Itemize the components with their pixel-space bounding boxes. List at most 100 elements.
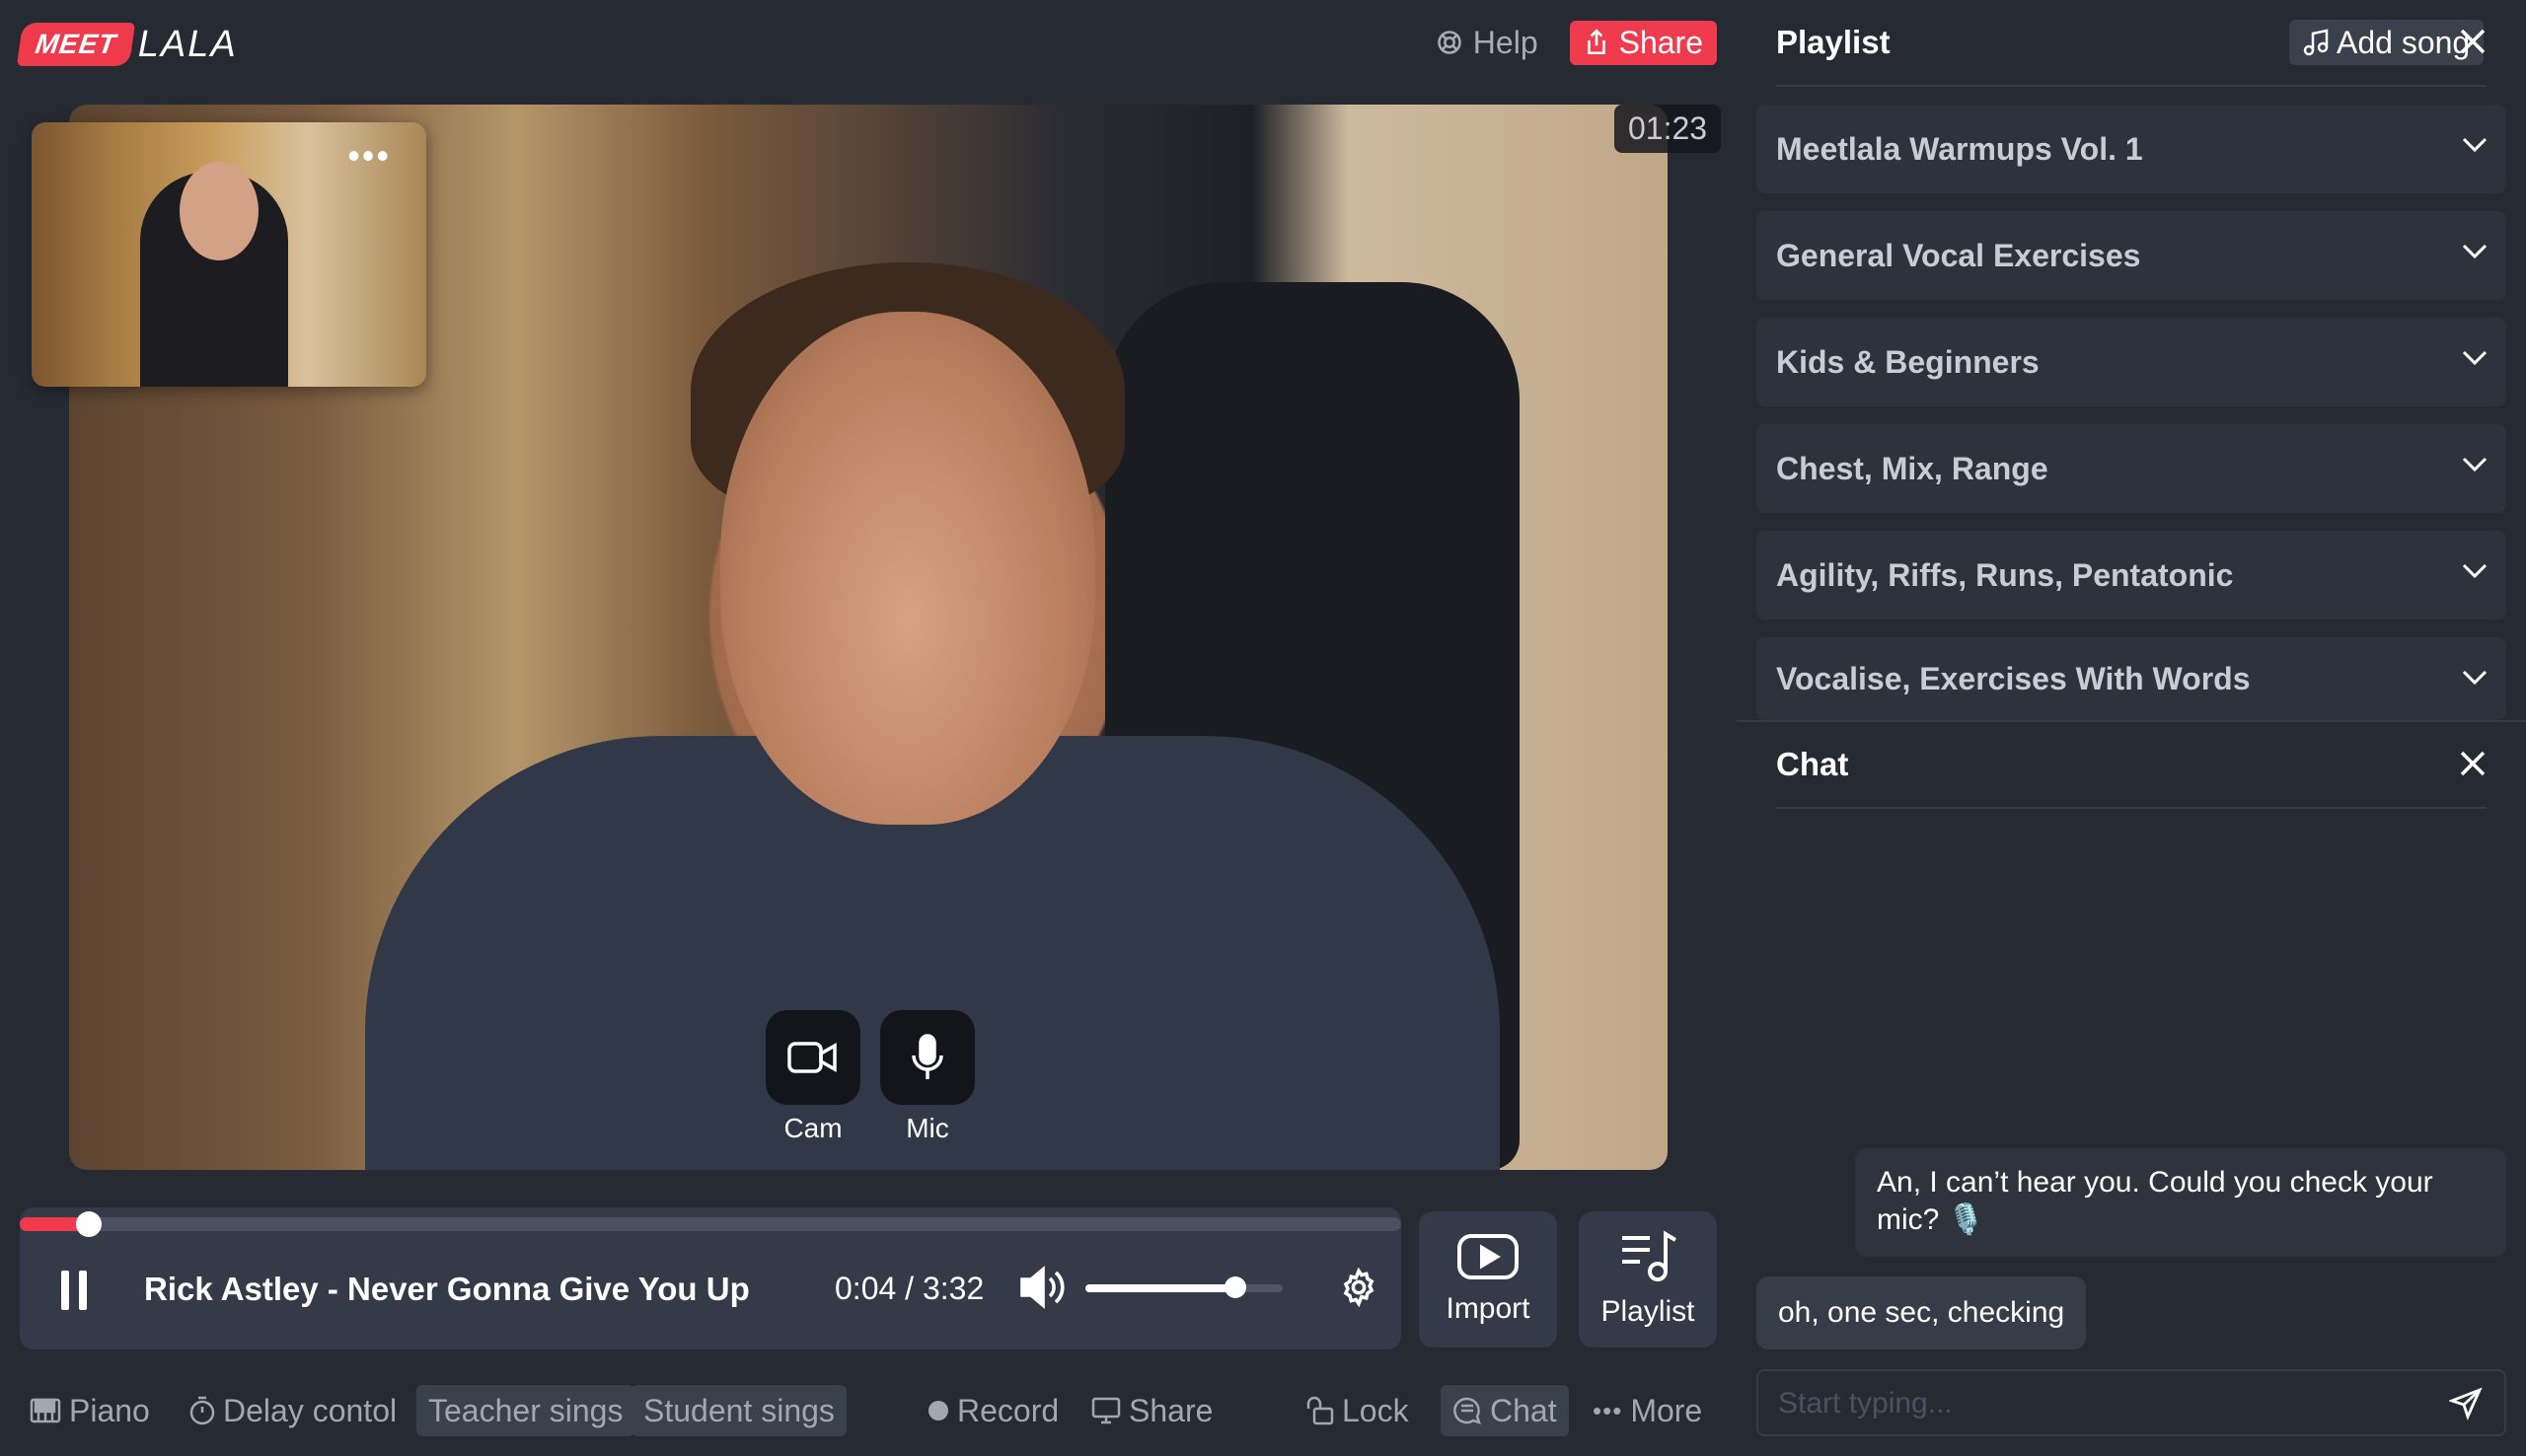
- pause-icon: [61, 1271, 87, 1310]
- logo-lala: LALA: [137, 23, 238, 65]
- help-label: Help: [1472, 24, 1538, 60]
- chevron-down-icon: [2462, 137, 2488, 153]
- chevron-down-icon: [2462, 457, 2488, 473]
- chat-icon: [1453, 1397, 1481, 1424]
- logo-meet: MEET: [16, 23, 135, 66]
- mic-label: Mic: [906, 1113, 949, 1143]
- playlist-category-label: Chest, Mix, Range: [1776, 450, 2048, 486]
- video-person-head: [720, 312, 1095, 825]
- song-title: Rick Astley - Never Gonna Give You Up: [144, 1271, 750, 1307]
- playlist-category[interactable]: Chest, Mix, Range: [1756, 424, 2506, 513]
- chevron-down-icon: [2462, 670, 2488, 686]
- playlist-category-label: Vocalise, Exercises With Words: [1776, 660, 2251, 696]
- piano-tool[interactable]: Piano: [30, 1385, 150, 1436]
- right-panel: Playlist Add song Meetlala Warmups Vol. …: [1737, 0, 2526, 1456]
- teacher-sings-label: Teacher sings: [428, 1392, 624, 1428]
- lock-label: Lock: [1342, 1392, 1409, 1428]
- record-label: Record: [957, 1392, 1060, 1428]
- music-player: Rick Astley - Never Gonna Give You Up 0:…: [20, 1207, 1401, 1349]
- playlist-category[interactable]: Agility, Riffs, Runs, Pentatonic: [1756, 531, 2506, 619]
- chat-message-text: oh, one sec, checking: [1778, 1296, 2065, 1329]
- record-tool[interactable]: Record: [928, 1385, 1059, 1436]
- close-icon: [2460, 29, 2486, 54]
- track-progress[interactable]: [20, 1211, 1401, 1237]
- volume-slider[interactable]: [1085, 1276, 1283, 1298]
- help-icon: [1438, 31, 1461, 54]
- chevron-down-icon: [2462, 563, 2488, 579]
- screen-share-tool[interactable]: Share: [1091, 1385, 1213, 1436]
- pip-more-icon[interactable]: •••: [347, 138, 391, 174]
- volume-slider-fill: [1085, 1284, 1235, 1292]
- playlist-close-button[interactable]: [2457, 26, 2489, 62]
- close-icon: [2460, 751, 2486, 776]
- send-icon: [2447, 1387, 2483, 1420]
- gear-icon: [1343, 1267, 1374, 1308]
- music-note-icon: [2303, 29, 2329, 56]
- screen-share-icon: [1091, 1397, 1121, 1424]
- playlist-category[interactable]: Kids & Beginners: [1756, 318, 2506, 406]
- cam-button[interactable]: [766, 1010, 860, 1105]
- send-button[interactable]: [2447, 1387, 2483, 1425]
- chat-input[interactable]: [1778, 1379, 2410, 1428]
- bottom-toolbar: Piano Delay contol Teacher sings Student…: [20, 1385, 1717, 1436]
- record-icon: [929, 1401, 948, 1420]
- piano-icon: [30, 1398, 61, 1423]
- student-sings-label: Student sings: [643, 1392, 835, 1428]
- pip-person-head: [180, 162, 259, 260]
- chat-title: Chat: [1776, 746, 1849, 782]
- import-button[interactable]: Import: [1419, 1211, 1557, 1347]
- chat-input-box: [1756, 1369, 2506, 1436]
- chat-tool[interactable]: Chat: [1441, 1385, 1569, 1436]
- playlist-category[interactable]: Vocalise, Exercises With Words: [1756, 637, 2506, 720]
- delay-control-tool[interactable]: Delay contol: [189, 1385, 397, 1436]
- playlist-category[interactable]: General Vocal Exercises: [1756, 211, 2506, 300]
- chat-close-button[interactable]: [2457, 748, 2489, 784]
- camera-icon: [787, 1042, 837, 1073]
- pip-video[interactable]: •••: [32, 122, 426, 387]
- playlist-category-label: Kids & Beginners: [1776, 343, 2040, 380]
- mic-toggle[interactable]: Mic: [880, 1010, 975, 1144]
- playlist-category-label: Agility, Riffs, Runs, Pentatonic: [1776, 556, 2234, 593]
- chat-header: Chat: [1776, 722, 2487, 809]
- volume-button[interactable]: [1018, 1265, 1066, 1315]
- playlist-category-label: General Vocal Exercises: [1776, 237, 2141, 273]
- playlist-category[interactable]: Meetlala Warmups Vol. 1: [1756, 105, 2506, 193]
- more-icon: •••: [1593, 1395, 1623, 1425]
- chat-label: Chat: [1490, 1392, 1557, 1428]
- teacher-sings-toggle[interactable]: Teacher sings: [416, 1385, 635, 1436]
- mic-button[interactable]: [880, 1010, 975, 1105]
- share-label: Share: [1618, 24, 1703, 60]
- add-song-button[interactable]: Add song: [2289, 20, 2485, 65]
- chevron-down-icon: [2462, 350, 2488, 366]
- share-button[interactable]: Share: [1569, 20, 1717, 65]
- help-button[interactable]: Help: [1436, 25, 1538, 61]
- playlist-icon: [1622, 1230, 1677, 1281]
- piano-label: Piano: [69, 1392, 150, 1428]
- chat-message-outgoing: oh, one sec, checking: [1756, 1276, 2087, 1349]
- track-progress-handle[interactable]: [76, 1211, 102, 1237]
- playlist-title: Playlist: [1776, 24, 1891, 60]
- lock-tool[interactable]: Lock: [1306, 1385, 1409, 1436]
- microphone-icon: [912, 1034, 943, 1079]
- playlist-category-label: Meetlala Warmups Vol. 1: [1776, 130, 2143, 167]
- lock-icon: [1306, 1396, 1334, 1425]
- more-label: More: [1630, 1392, 1703, 1428]
- student-sings-toggle[interactable]: Student sings: [632, 1385, 847, 1436]
- delay-control-label: Delay contol: [223, 1392, 398, 1428]
- app-logo[interactable]: MEET LALA: [16, 20, 238, 69]
- more-tool[interactable]: ••• More: [1593, 1385, 1702, 1436]
- pause-button[interactable]: [59, 1271, 89, 1315]
- player-settings-button[interactable]: [1338, 1267, 1379, 1313]
- playlist-label: Playlist: [1600, 1295, 1695, 1328]
- volume-slider-handle[interactable]: [1225, 1276, 1246, 1298]
- cam-label: Cam: [783, 1113, 843, 1143]
- playlist-button[interactable]: Playlist: [1579, 1211, 1717, 1347]
- import-label: Import: [1446, 1292, 1530, 1325]
- volume-icon: [1020, 1266, 1065, 1309]
- chat-message-incoming: An, I can’t hear you. Could you check yo…: [1855, 1148, 2506, 1257]
- youtube-import-icon: [1457, 1234, 1519, 1279]
- media-controls: Cam Mic: [766, 1010, 975, 1144]
- stopwatch-icon: [189, 1396, 215, 1425]
- cam-toggle[interactable]: Cam: [766, 1010, 860, 1144]
- playlist-header: Playlist Add song: [1776, 0, 2487, 87]
